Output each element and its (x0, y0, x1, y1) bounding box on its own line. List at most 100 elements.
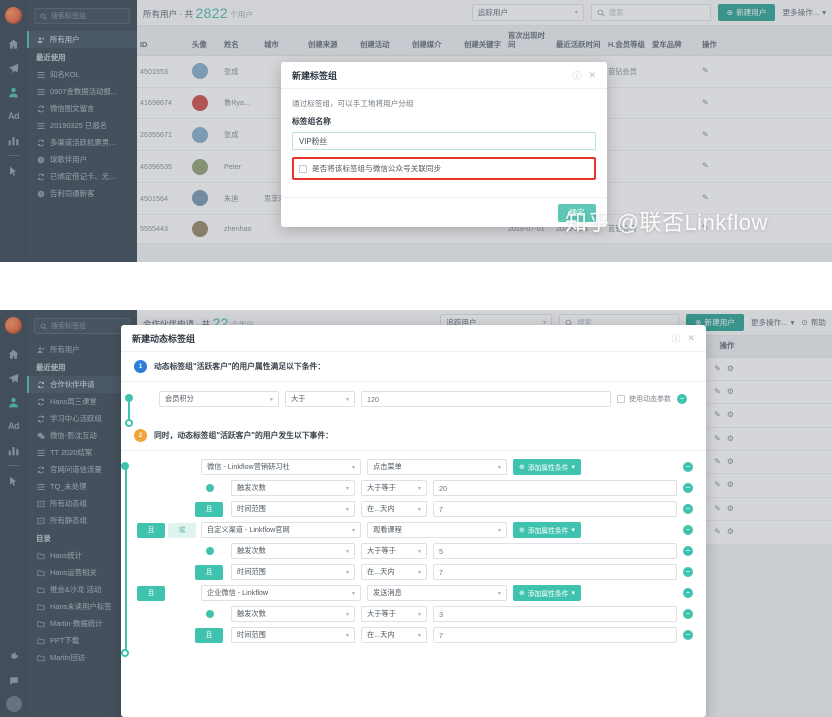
add-attribute-condition-button[interactable]: ⊕ 添加属性条件 ▾ (513, 459, 581, 475)
modal-title: 新建标签组 (292, 70, 338, 81)
panel-dynamic-tag-group-modal: Ad 搜索标签组 所有用户 最近使用 合作伙伴申请 Hans周三课堂 学习中心活… (0, 310, 832, 717)
modal-description: 通过标签组，可以手工地将用户分组 (292, 99, 414, 108)
sub-value-input[interactable]: 3 (433, 606, 677, 622)
minus-circle-icon[interactable]: − (683, 546, 693, 556)
chevron-down-icon: ▾ (497, 464, 501, 471)
sub-conjunction-group (195, 547, 225, 555)
channel-select[interactable]: 自定义渠道 - Linkflow官网 ▾ (201, 522, 361, 538)
sub-operator-select[interactable]: 大于等于 ▾ (361, 543, 427, 559)
close-icon[interactable]: ✕ (588, 70, 596, 81)
event-select-value: 发送消息 (373, 588, 402, 597)
sub-value-input-value: 5 (439, 546, 443, 556)
watermark: 知乎 @联否Linkflow (565, 210, 768, 235)
sub-conjunction-and-button[interactable]: 且 (195, 627, 223, 643)
tag-group-name-label: 标签组名称 (292, 117, 331, 126)
sub-attribute-select[interactable]: 触发次数 ▾ (231, 606, 355, 622)
event-attribute-row: 触发次数 ▾ 大于等于 ▾ 5 − (195, 543, 693, 559)
modal-header: 新建动态标签组 ⓘ ✕ (121, 325, 706, 352)
chevron-down-icon: ▾ (345, 548, 349, 555)
sub-operator-select[interactable]: 在...天内 ▾ (361, 627, 427, 643)
sub-value-input-value: 7 (439, 504, 443, 514)
timeline-add-dot[interactable] (125, 419, 133, 427)
minus-circle-icon[interactable]: − (683, 483, 693, 493)
plus-icon: ⊕ (519, 590, 525, 597)
chevron-down-icon: ▾ (571, 527, 575, 534)
sub-value-input[interactable]: 7 (433, 627, 677, 643)
value-input[interactable]: 120 (361, 391, 611, 407)
event-condition-block: 且或自定义渠道 - Linkflow官网 ▾ 观看课程 ▾ ⊕ 添加属性条件 ▾ − 触发次数 ▾… (137, 522, 693, 580)
minus-circle-icon[interactable]: − (683, 462, 693, 472)
sub-conjunction-and-button[interactable]: 且 (195, 564, 223, 580)
event-select-value: 点击菜单 (373, 462, 402, 471)
chevron-down-icon: ▾ (571, 590, 575, 597)
sub-value-input[interactable]: 20 (433, 480, 677, 496)
chevron-down-icon: ▾ (345, 611, 349, 618)
sub-attribute-select[interactable]: 时间范围 ▾ (231, 501, 355, 517)
sub-attribute-select[interactable]: 时间范围 ▾ (231, 564, 355, 580)
minus-circle-icon[interactable]: − (683, 588, 693, 598)
sub-value-input[interactable]: 5 (433, 543, 677, 559)
conjunction-and-button[interactable]: 且 (137, 522, 165, 538)
event-list: 微信 - Linkflow营销研习社 ▾ 点击菜单 ▾ ⊕ 添加属性条件 ▾ − 触发次数 ▾ 大于… (137, 459, 693, 643)
plus-icon: ⊕ (519, 527, 525, 534)
sub-conjunction-group: 且 (195, 627, 225, 643)
timeline-line (128, 402, 130, 419)
sub-attribute-select[interactable]: 触发次数 ▾ (231, 543, 355, 559)
wechat-sync-checkbox[interactable] (299, 164, 307, 173)
screenshot-root: Ad 搜索标签组 所有用户 最近使用 知名KOL 0907金数据活动报... 微信图… (0, 0, 832, 717)
channel-select[interactable]: 企业微信 - Linkflow ▾ (201, 585, 361, 601)
sub-value-input[interactable]: 7 (433, 501, 677, 517)
minus-circle-icon[interactable]: − (683, 567, 693, 577)
channel-select[interactable]: 微信 - Linkflow营销研习社 ▾ (201, 459, 361, 475)
step-1-badge: 1 (134, 360, 147, 373)
event-select[interactable]: 观看课程 ▾ (367, 522, 507, 538)
sub-operator-select[interactable]: 在...天内 ▾ (361, 564, 427, 580)
event-select[interactable]: 发送消息 ▾ (367, 585, 507, 601)
chevron-down-icon: ▾ (345, 485, 349, 492)
add-attribute-condition-button[interactable]: ⊕ 添加属性条件 ▾ (513, 522, 581, 538)
chevron-down-icon: ▾ (351, 590, 355, 597)
tag-group-name-input[interactable]: VIP粉丝 (292, 132, 596, 150)
sub-value-input[interactable]: 7 (433, 564, 677, 580)
wechat-sync-label: 是否将该标签组与微信公众号关联同步 (312, 164, 442, 173)
minus-circle-icon[interactable]: − (683, 504, 693, 514)
sub-operator-select-value: 在...天内 (367, 504, 395, 513)
timeline-2-top-dot (121, 462, 129, 470)
chevron-down-icon: ▾ (351, 464, 355, 471)
event-attribute-row: 且 时间范围 ▾ 在...天内 ▾ 7 − (195, 564, 693, 580)
panel-user-list-with-new-tag-group-modal: Ad 搜索标签组 所有用户 最近使用 知名KOL 0907金数据活动报... 微信图… (0, 0, 832, 262)
operator-select[interactable]: 大于 ▾ (285, 391, 355, 407)
event-select[interactable]: 点击菜单 ▾ (367, 459, 507, 475)
event-condition-block: 微信 - Linkflow营销研习社 ▾ 点击菜单 ▾ ⊕ 添加属性条件 ▾ − 触发次数 ▾ 大于… (155, 459, 693, 517)
chevron-down-icon: ▾ (417, 611, 421, 618)
sub-attribute-select-value: 触发次数 (237, 546, 266, 555)
minus-circle-icon[interactable]: − (683, 609, 693, 619)
sub-attribute-select[interactable]: 时间范围 ▾ (231, 627, 355, 643)
sub-attribute-select[interactable]: 触发次数 ▾ (231, 480, 355, 496)
dynamic-param-checkbox[interactable] (617, 395, 625, 403)
attribute-condition-section: 1 动态标签组"活跃客户"的用户属性满足以下条件： 会员积分 ▾ 大于 ▾ 12… (121, 352, 706, 427)
add-attribute-condition-label: 添加属性条件 (527, 528, 569, 535)
question-circle-icon[interactable]: ⓘ (572, 69, 581, 82)
question-circle-icon[interactable]: ⓘ (671, 332, 680, 345)
dynamic-param-checkbox-group[interactable]: 使用动态参数 (617, 394, 671, 404)
close-icon[interactable]: ✕ (687, 333, 695, 344)
sub-operator-select[interactable]: 大于等于 ▾ (361, 480, 427, 496)
sub-operator-select[interactable]: 在...天内 ▾ (361, 501, 427, 517)
conjunction-and-button[interactable]: 且 (137, 585, 165, 601)
wechat-sync-highlight: 是否将该标签组与微信公众号关联同步 (292, 157, 596, 180)
channel-select-value: 自定义渠道 - Linkflow官网 (207, 525, 290, 534)
minus-circle-icon[interactable]: − (683, 630, 693, 640)
attribute-select[interactable]: 会员积分 ▾ (159, 391, 279, 407)
timeline-2-line (125, 463, 127, 651)
timeline-2-bottom-dot[interactable] (121, 649, 129, 657)
add-attribute-condition-button[interactable]: ⊕ 添加属性条件 ▾ (513, 585, 581, 601)
minus-circle-icon[interactable]: − (677, 394, 687, 404)
sub-operator-select[interactable]: 大于等于 ▾ (361, 606, 427, 622)
sub-value-input-value: 3 (439, 609, 443, 619)
sub-conjunction-and-button[interactable]: 且 (195, 501, 223, 517)
minus-circle-icon[interactable]: − (683, 525, 693, 535)
conjunction-or-button[interactable]: 或 (168, 522, 196, 538)
modal-footer: 确定 (281, 197, 607, 227)
chevron-down-icon: ▾ (417, 569, 421, 576)
